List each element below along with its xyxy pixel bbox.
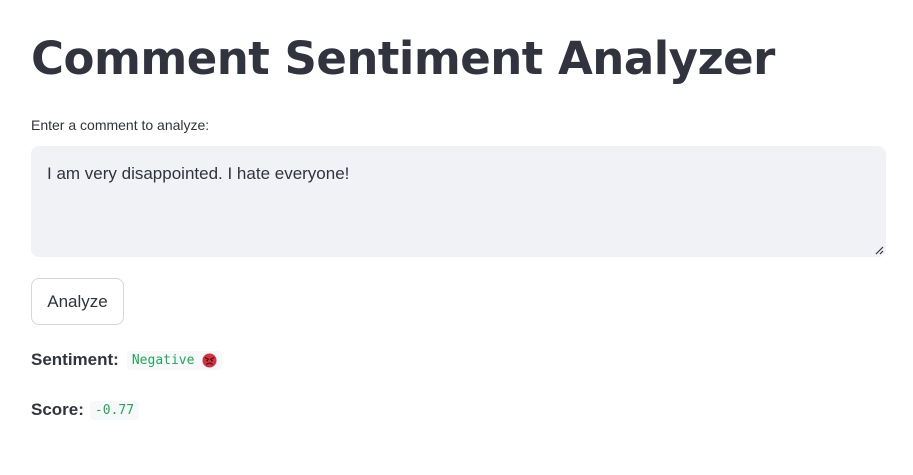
score-row: Score: -0.77 [31,400,140,420]
sentiment-row: Sentiment: Negative [31,350,223,370]
comment-textarea-value[interactable]: I am very disappointed. I hate everyone! [47,164,349,184]
analyze-button[interactable]: Analyze [31,278,124,325]
sentiment-value-text: Negative [131,352,195,368]
angry-face-icon [202,352,217,368]
comment-input-label: Enter a comment to analyze: [31,117,210,133]
sentiment-label: Sentiment: [31,350,119,369]
score-value: -0.77 [89,400,140,420]
comment-textarea[interactable]: I am very disappointed. I hate everyone! [31,146,886,257]
score-label: Score: [31,400,84,419]
resize-handle-icon[interactable] [874,245,884,255]
sentiment-value: Negative [126,350,223,370]
page-title: Comment Sentiment Analyzer [31,32,775,85]
